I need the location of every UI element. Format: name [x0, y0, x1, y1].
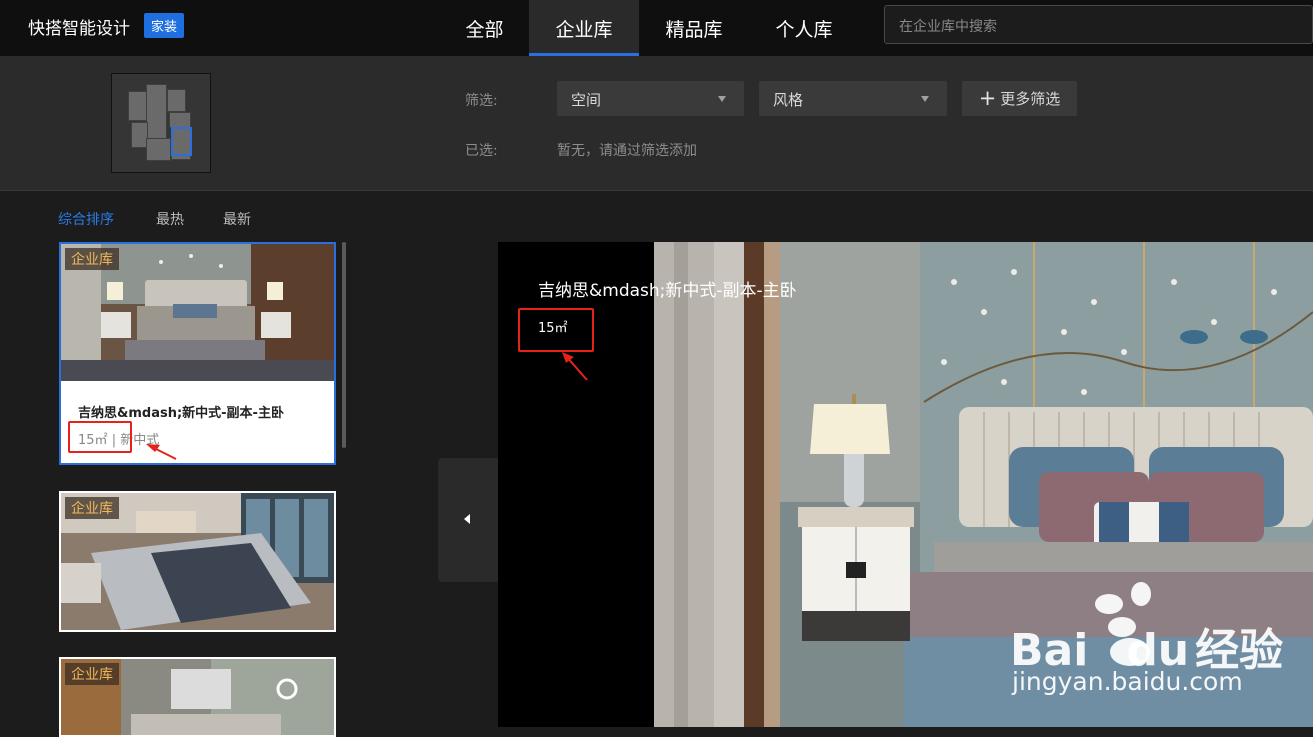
annotation-arrows: [146, 352, 588, 460]
library-tag: 企业库: [65, 497, 119, 519]
library-tag: 企业库: [65, 248, 119, 270]
library-tag: 企业库: [65, 663, 119, 685]
